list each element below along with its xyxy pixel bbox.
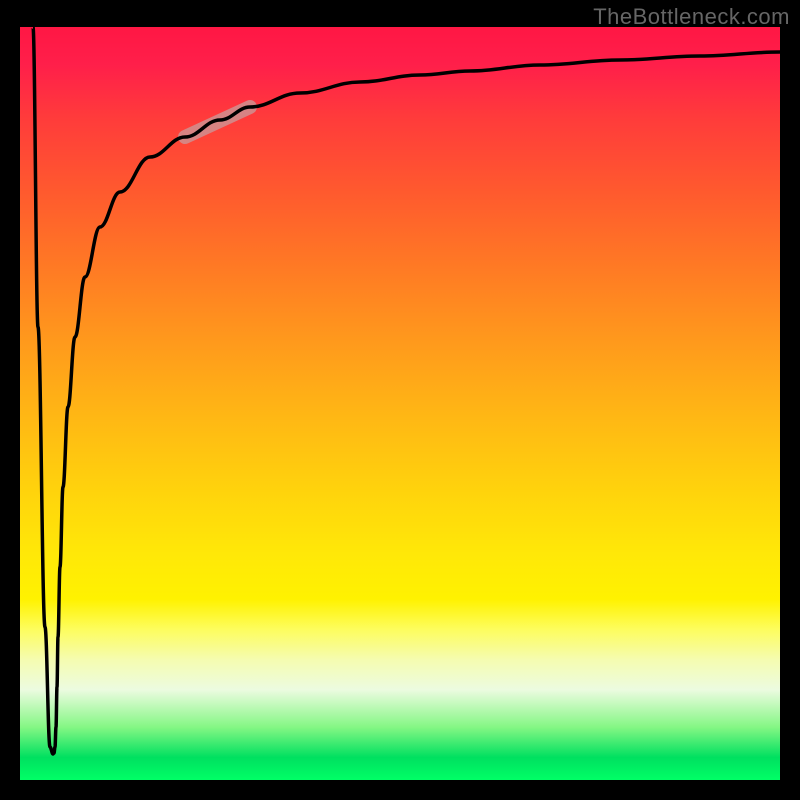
curve-svg [20, 27, 780, 780]
gradient-plot-area [20, 27, 780, 780]
bottleneck-curve [33, 27, 780, 754]
